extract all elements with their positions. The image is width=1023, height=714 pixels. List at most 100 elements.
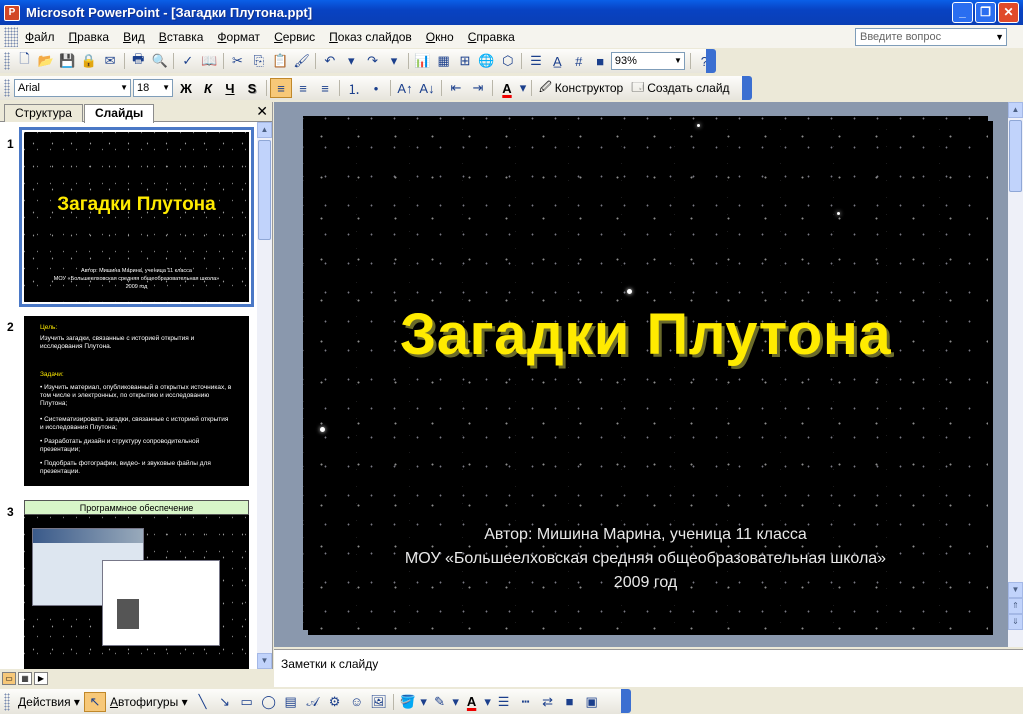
arrow-style-icon[interactable]: ⇄ bbox=[537, 692, 559, 712]
font-color-dropdown-icon[interactable]: ▾ bbox=[518, 78, 528, 98]
increase-indent-icon[interactable]: ⇥ bbox=[467, 78, 489, 98]
tab-slides[interactable]: Слайды bbox=[84, 104, 155, 123]
zoom-select[interactable]: 93% ▼ bbox=[610, 52, 685, 70]
previous-slide-icon[interactable]: ⇑ bbox=[1008, 598, 1023, 614]
slide-sorter-view-icon[interactable]: ▦ bbox=[18, 671, 32, 685]
decrease-font-icon[interactable]: A↓ bbox=[416, 78, 438, 98]
new-document-icon[interactable]: 🗋 bbox=[14, 51, 35, 71]
underline-button[interactable]: Ч bbox=[219, 78, 241, 98]
scroll-up-icon[interactable]: ▲ bbox=[257, 122, 272, 138]
help-question-input[interactable]: Введите вопрос ▼ bbox=[855, 28, 1007, 46]
align-right-icon[interactable]: ≡ bbox=[314, 78, 336, 98]
oval-icon[interactable]: ◯ bbox=[258, 692, 280, 712]
line-color-dropdown-icon[interactable]: ▾ bbox=[451, 692, 461, 712]
cut-icon[interactable]: ✂ bbox=[227, 51, 248, 71]
menu-edit[interactable]: Правка bbox=[62, 30, 117, 44]
format-painter-icon[interactable]: 🖌 bbox=[291, 51, 312, 71]
show-formatting-icon[interactable]: A̲ bbox=[547, 51, 568, 71]
thumbnail-scrollbar[interactable]: ▲ ▼ bbox=[257, 122, 272, 669]
increase-font-icon[interactable]: A↑ bbox=[394, 78, 416, 98]
slideshow-view-icon[interactable]: ▶ bbox=[34, 671, 48, 685]
toolbar-grip[interactable] bbox=[4, 79, 10, 97]
slide-author[interactable]: Автор: Мишина Марина, ученица 11 класса bbox=[303, 526, 988, 544]
italic-button[interactable]: К bbox=[197, 78, 219, 98]
align-center-icon[interactable]: ≡ bbox=[292, 78, 314, 98]
draw-font-color-icon[interactable]: A bbox=[461, 692, 483, 712]
expand-all-icon[interactable]: ☰ bbox=[525, 51, 546, 71]
arrow-icon[interactable]: ↘ bbox=[214, 692, 236, 712]
dropdown-arrow-icon[interactable]: ▼ bbox=[995, 29, 1004, 45]
powerpoint-app-icon[interactable]: P bbox=[4, 4, 20, 21]
redo-dropdown-icon[interactable]: ▾ bbox=[383, 51, 404, 71]
slide-title[interactable]: Загадки Плутона bbox=[303, 301, 988, 368]
menu-tools[interactable]: Сервис bbox=[267, 30, 322, 44]
open-folder-icon[interactable]: 📂 bbox=[35, 51, 56, 71]
current-slide[interactable]: Загадки Плутона Автор: Мишина Марина, уч… bbox=[303, 116, 988, 630]
line-color-icon[interactable]: ✎ bbox=[429, 692, 451, 712]
toolbar-grip[interactable] bbox=[4, 52, 10, 70]
editor-scrollbar[interactable]: ▲ ▼ ⇑ ⇓ bbox=[1008, 102, 1023, 647]
wordart-icon[interactable]: 𝒜 bbox=[302, 692, 324, 712]
undo-icon[interactable]: ↶ bbox=[319, 51, 340, 71]
toolbar-grip[interactable] bbox=[4, 692, 10, 711]
clipart-icon[interactable]: ☺ bbox=[346, 692, 368, 712]
save-icon[interactable]: 💾 bbox=[57, 51, 78, 71]
copy-icon[interactable]: ⎘ bbox=[248, 51, 269, 71]
autoshapes-menu-button[interactable]: Автофигуры ▾ bbox=[106, 695, 192, 709]
scroll-thumb[interactable] bbox=[1009, 120, 1022, 192]
insert-hyperlink-icon[interactable]: 🌐 bbox=[476, 51, 497, 71]
print-icon[interactable]: 🖶 bbox=[128, 51, 149, 71]
line-icon[interactable]: ╲ bbox=[192, 692, 214, 712]
slide-thumbnail-3[interactable]: Программное обеспечение bbox=[24, 500, 249, 669]
dropdown-arrow-icon[interactable]: ▼ bbox=[162, 80, 170, 96]
menu-file[interactable]: Файл bbox=[18, 30, 62, 44]
undo-dropdown-icon[interactable]: ▾ bbox=[341, 51, 362, 71]
tables-borders-icon[interactable]: ⊞ bbox=[454, 51, 475, 71]
menu-slideshow[interactable]: Показ слайдов bbox=[322, 30, 419, 44]
toolbar-options-icon[interactable] bbox=[621, 689, 631, 713]
slide-school[interactable]: МОУ «Большеелховская средняя общеобразов… bbox=[303, 550, 988, 568]
font-color-dropdown-icon[interactable]: ▾ bbox=[483, 692, 493, 712]
spelling-icon[interactable]: ✓ bbox=[177, 51, 198, 71]
dropdown-arrow-icon[interactable]: ▼ bbox=[120, 80, 128, 96]
fill-color-dropdown-icon[interactable]: ▾ bbox=[419, 692, 429, 712]
dropdown-arrow-icon[interactable]: ▼ bbox=[674, 53, 682, 69]
rectangle-icon[interactable]: ▭ bbox=[236, 692, 258, 712]
permission-icon[interactable]: 🔒 bbox=[78, 51, 99, 71]
toolbar-options-icon[interactable] bbox=[742, 76, 752, 100]
menu-view[interactable]: Вид bbox=[116, 30, 152, 44]
scroll-down-icon[interactable]: ▼ bbox=[257, 653, 272, 669]
shadow-style-icon[interactable]: ■ bbox=[559, 692, 581, 712]
line-style-icon[interactable]: ☰ bbox=[493, 692, 515, 712]
notes-pane[interactable]: Заметки к слайду bbox=[274, 649, 1023, 687]
restore-button[interactable]: ❐ bbox=[975, 2, 996, 23]
email-icon[interactable]: ✉ bbox=[99, 51, 120, 71]
slide-thumbnail-1[interactable]: Загадки Плутона Автор: Мишина Марина, уч… bbox=[19, 127, 254, 307]
slide-thumbnail-2[interactable]: Цель: Изучить загадки, связанные с истор… bbox=[24, 316, 249, 486]
textbox-icon[interactable]: ▤ bbox=[280, 692, 302, 712]
normal-view-icon[interactable]: ▭ bbox=[2, 671, 16, 685]
bold-button[interactable]: Ж bbox=[175, 78, 197, 98]
toolbar-options-icon[interactable] bbox=[706, 49, 716, 73]
font-size-select[interactable]: 18 ▼ bbox=[133, 79, 173, 97]
menu-window[interactable]: Окно bbox=[419, 30, 461, 44]
minimize-button[interactable]: _ bbox=[952, 2, 973, 23]
menu-format[interactable]: Формат bbox=[210, 30, 267, 44]
scroll-thumb[interactable] bbox=[258, 140, 271, 240]
font-color-button[interactable]: A bbox=[496, 78, 518, 98]
fill-color-icon[interactable]: 🪣 bbox=[397, 692, 419, 712]
new-slide-button[interactable]: 🗔 Создать слайд bbox=[627, 78, 733, 99]
bullets-icon[interactable]: • bbox=[365, 78, 387, 98]
select-pointer-icon[interactable]: ↖ bbox=[83, 691, 106, 712]
insert-table-icon[interactable]: ▦ bbox=[433, 51, 454, 71]
3d-style-icon[interactable]: ▣ bbox=[581, 692, 603, 712]
decrease-indent-icon[interactable]: ⇤ bbox=[445, 78, 467, 98]
numbering-icon[interactable]: ⒈ bbox=[343, 78, 365, 98]
next-slide-icon[interactable]: ⇓ bbox=[1008, 614, 1023, 630]
align-left-icon[interactable]: ≡ bbox=[270, 78, 292, 98]
menu-grip[interactable] bbox=[4, 26, 18, 47]
picture-icon[interactable]: 🖼 bbox=[368, 692, 390, 712]
menu-help[interactable]: Справка bbox=[461, 30, 522, 44]
scroll-up-icon[interactable]: ▲ bbox=[1008, 102, 1023, 118]
menu-insert[interactable]: Вставка bbox=[152, 30, 211, 44]
